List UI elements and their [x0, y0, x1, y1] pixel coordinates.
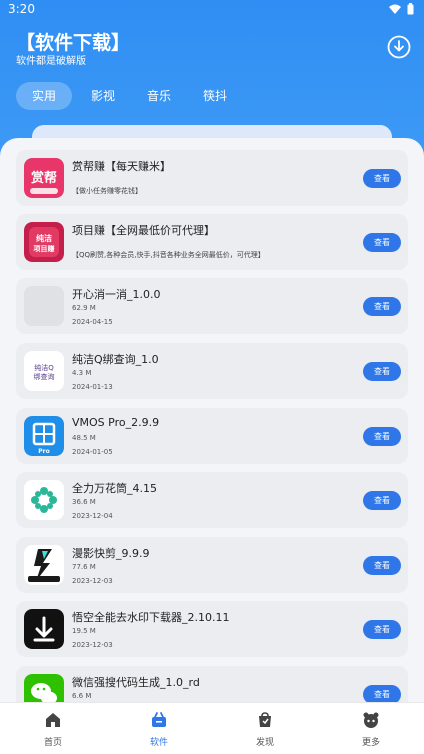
app-name: 悟空全能去水印下载器_2.10.11	[72, 611, 230, 624]
shangbang-icon: 赏帮	[24, 158, 64, 198]
battery-icon	[407, 3, 414, 15]
view-button[interactable]: 查看	[363, 297, 401, 316]
view-button[interactable]: 查看	[363, 556, 401, 575]
view-button[interactable]: 查看	[363, 169, 401, 188]
software-icon	[152, 712, 166, 727]
more-icon	[363, 712, 379, 728]
app-size: 4.3 M	[72, 369, 92, 377]
view-button[interactable]: 查看	[363, 362, 401, 381]
nav-label: 软件	[149, 738, 168, 748]
app-date: 2023-12-03	[72, 641, 113, 649]
nav-label: 首页	[43, 738, 62, 748]
view-button[interactable]: 查看	[363, 620, 401, 639]
download-circle-icon[interactable]	[386, 34, 412, 60]
app-name: VMOS Pro_2.9.9	[72, 416, 160, 429]
app-title: 【软件下载】	[16, 32, 131, 54]
svg-text:纯洁: 纯洁	[36, 233, 52, 243]
download-arrow-icon	[24, 609, 64, 649]
app-name: 赏帮赚【每天赚米】	[72, 160, 171, 173]
home-icon	[46, 713, 60, 727]
app-name: 开心消一消_1.0.0	[72, 288, 161, 301]
app-name: 项目赚【全网最低价可代理】	[72, 224, 215, 237]
app-name: 纯洁Q绑查询_1.0	[72, 353, 159, 366]
app-size: 19.5 M	[72, 627, 96, 635]
nav-discover[interactable]: 发现	[235, 703, 295, 754]
status-time: 3:20	[8, 2, 35, 16]
kaleidoscope-icon	[24, 480, 64, 520]
view-button[interactable]: 查看	[363, 233, 401, 252]
nav-label: 更多	[361, 738, 380, 748]
list-item[interactable]: 赏帮 赏帮赚【每天赚米】 【做小任务赚零花钱】 查看	[16, 150, 408, 206]
list-item[interactable]: Pro VMOS Pro_2.9.9 48.5 M 2024-01-05 查看	[16, 408, 408, 464]
svg-text:纯洁Q: 纯洁Q	[34, 363, 54, 372]
list-item[interactable]: 开心消一消_1.0.0 62.9 M 2024-04-15 查看	[16, 278, 408, 334]
app-subtitle: 软件都是破解版	[16, 56, 86, 67]
video-edit-icon	[24, 545, 64, 585]
tab-kuaidou[interactable]: 筷抖	[202, 82, 228, 110]
xiangmu-icon: 纯洁 项目赚	[24, 222, 64, 262]
wifi-icon	[389, 4, 401, 14]
app-size: 36.6 M	[72, 498, 96, 506]
app-date: 2024-04-15	[72, 318, 113, 326]
list-item[interactable]: 全力万花筒_4.15 36.6 M 2023-12-04 查看	[16, 472, 408, 528]
app-date: 2023-12-04	[72, 512, 113, 520]
app-size: 77.6 M	[72, 563, 96, 571]
view-button[interactable]: 查看	[363, 427, 401, 446]
view-button[interactable]: 查看	[363, 491, 401, 510]
app-size: 48.5 M	[72, 434, 96, 442]
tab-yinyue[interactable]: 音乐	[146, 82, 172, 110]
list-item[interactable]: 悟空全能去水印下载器_2.10.11 19.5 M 2023-12-03 查看	[16, 601, 408, 657]
category-tabs: 实用 影视 音乐 筷抖	[16, 82, 227, 110]
list-item[interactable]: 纯洁 项目赚 项目赚【全网最低价可代理】 【QQ刷赞,各种会员,快手,抖音各种业…	[16, 214, 408, 270]
app-size: 62.9 M	[72, 304, 96, 312]
app-name: 微信强搜代码生成_1.0_rd	[72, 676, 200, 689]
vmos-icon: Pro	[24, 416, 64, 456]
placeholder-icon	[24, 286, 64, 326]
status-bar: 3:20	[0, 0, 424, 20]
nav-home[interactable]: 首页	[23, 703, 83, 754]
app-name: 漫影快剪_9.9.9	[72, 547, 150, 560]
app-desc: 【QQ刷赞,各种会员,快手,抖音各种业务全网最低价，可代理】	[72, 251, 265, 259]
list-item[interactable]: 漫影快剪_9.9.9 77.6 M 2023-12-03 查看	[16, 537, 408, 593]
app-name: 全力万花筒_4.15	[72, 482, 157, 495]
app-desc: 【做小任务赚零花钱】	[72, 187, 142, 195]
svg-text:项目赚: 项目赚	[34, 244, 55, 253]
app-date: 2024-01-13	[72, 383, 113, 391]
nav-label: 发现	[255, 738, 274, 748]
bottom-nav: 首页 软件 发现 更多	[0, 702, 424, 754]
svg-text:绑查询: 绑查询	[34, 372, 55, 381]
app-date: 2023-12-03	[72, 577, 113, 585]
status-icons	[389, 3, 414, 15]
list-item[interactable]: 纯洁Q 绑查询 纯洁Q绑查询_1.0 4.3 M 2024-01-13 查看	[16, 343, 408, 399]
svg-text:赏帮: 赏帮	[31, 170, 57, 186]
app-size: 6.6 M	[72, 692, 92, 700]
nav-more[interactable]: 更多	[341, 703, 401, 754]
tab-shiyong[interactable]: 实用	[16, 82, 72, 110]
discover-icon	[259, 712, 271, 727]
tab-yingshi[interactable]: 影视	[90, 82, 116, 110]
q-bind-icon: 纯洁Q 绑查询	[24, 351, 64, 391]
nav-software[interactable]: 软件	[129, 703, 189, 754]
app-date: 2024-01-05	[72, 448, 113, 456]
svg-text:Pro: Pro	[38, 448, 49, 455]
